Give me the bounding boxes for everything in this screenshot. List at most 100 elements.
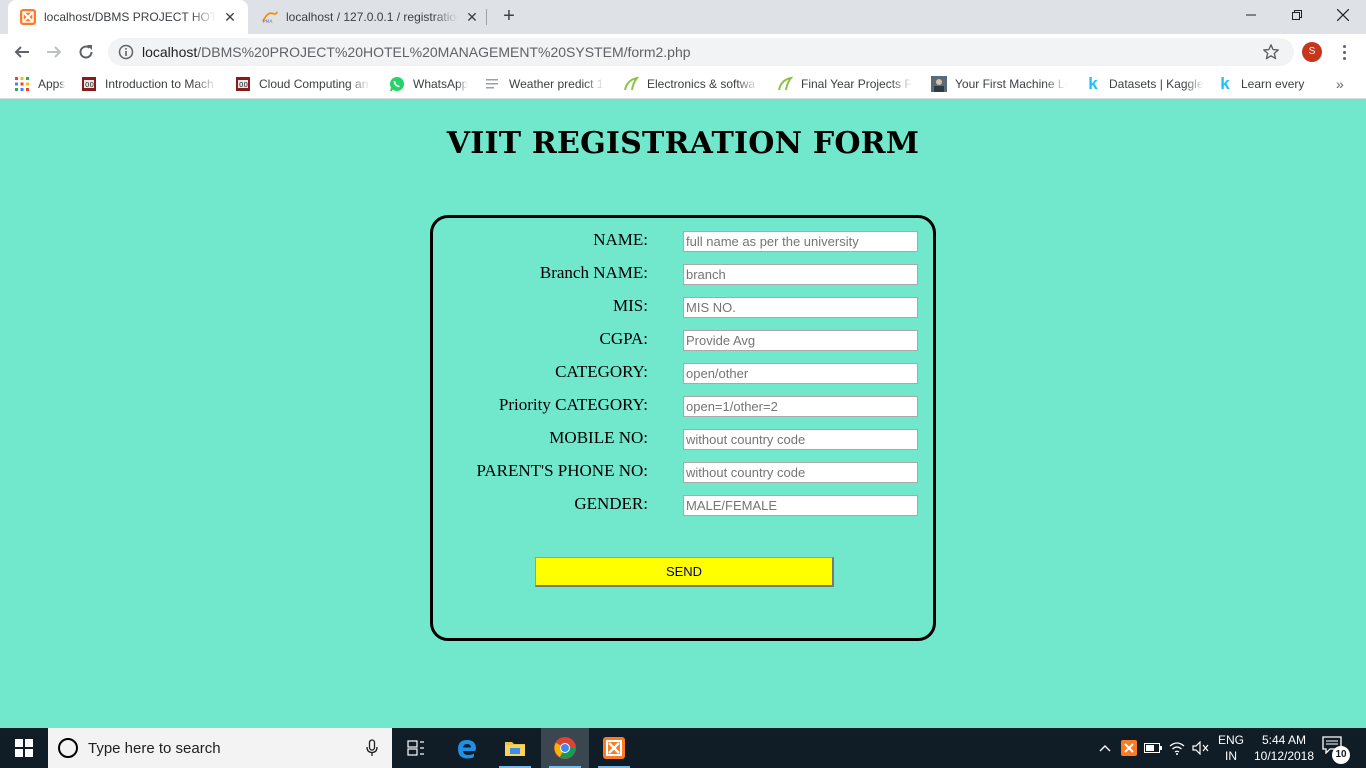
leaf-icon	[623, 76, 639, 92]
close-window-button[interactable]	[1320, 0, 1366, 30]
send-button[interactable]: SEND	[535, 557, 834, 587]
edge-taskbar-button[interactable]	[443, 728, 491, 768]
bookmark-electronics[interactable]: Electronics & softwa	[623, 75, 759, 93]
browser-toolbar: localhost/DBMS%20PROJECT%20HOTEL%20MANAG…	[0, 34, 1366, 70]
branch-input[interactable]	[683, 264, 918, 285]
task-view-button[interactable]	[392, 728, 440, 768]
cortana-icon	[58, 738, 78, 758]
form-row-mobile: MOBILE NO:	[433, 427, 933, 450]
arrow-right-icon	[47, 46, 62, 58]
info-icon[interactable]	[118, 44, 134, 63]
arrow-left-icon	[14, 46, 29, 58]
whatsapp-icon	[389, 76, 405, 92]
cgpa-input[interactable]	[683, 330, 918, 351]
bookmark-whatsapp[interactable]: WhatsApp	[389, 75, 468, 93]
back-button[interactable]	[8, 38, 36, 66]
priority-category-input[interactable]	[683, 396, 918, 417]
form-row-gender: GENDER:	[433, 493, 933, 516]
tab-form2[interactable]: localhost/DBMS PROJECT HOTEL ✕	[8, 0, 248, 34]
volume-muted-icon[interactable]	[1190, 728, 1212, 768]
chrome-icon	[554, 737, 576, 759]
mis-label: MIS:	[613, 296, 648, 315]
cgpa-label: CGPA:	[599, 329, 648, 348]
region-text: IN	[1225, 749, 1237, 763]
taskbar-search-box[interactable]: Type here to search	[48, 728, 392, 768]
file-explorer-taskbar-button[interactable]	[491, 728, 539, 768]
svg-text:00: 00	[85, 81, 94, 89]
bookmark-label: Datasets | Kaggle	[1109, 77, 1204, 91]
star-icon[interactable]	[1262, 43, 1280, 64]
minimize-button[interactable]	[1228, 0, 1274, 30]
forward-button[interactable]	[40, 38, 68, 66]
bookmark-kaggle-datasets[interactable]: k Datasets | Kaggle	[1085, 75, 1204, 93]
parent-phone-input[interactable]	[683, 462, 918, 483]
edge-icon	[458, 740, 476, 759]
branch-label: Branch NAME:	[539, 263, 648, 282]
chevron-right-double-icon[interactable]: »	[1336, 76, 1344, 92]
bookmark-label: Final Year Projects Fo	[801, 77, 913, 91]
form-row-parent-phone: PARENT'S PHONE NO:	[433, 460, 933, 483]
xampp-tray-icon[interactable]	[1118, 728, 1140, 768]
kaggle-icon: k	[1220, 74, 1230, 93]
clock-date: 10/12/2018	[1253, 749, 1315, 763]
task-view-icon	[407, 740, 424, 756]
notification-count-badge: 10	[1332, 746, 1350, 764]
parent-phone-label: PARENT'S PHONE NO:	[476, 461, 648, 480]
windows-start-button[interactable]	[0, 728, 48, 768]
new-tab-button[interactable]: +	[498, 6, 520, 28]
url-text: localhost/DBMS%20PROJECT%20HOTEL%20MANAG…	[142, 44, 691, 60]
category-input[interactable]	[683, 363, 918, 384]
microphone-icon[interactable]	[366, 739, 378, 760]
svg-text:PMA: PMA	[263, 19, 273, 25]
apps-grid-icon	[14, 76, 30, 92]
form-row-name: NAME:	[433, 229, 933, 252]
page-title: VIIT REGISTRATION FORM	[446, 126, 920, 161]
bookmark-weather-predict[interactable]: Weather predict 1	[485, 75, 604, 93]
mobile-label: MOBILE NO:	[549, 428, 648, 447]
leaf-icon	[777, 76, 793, 92]
wifi-icon[interactable]	[1166, 728, 1188, 768]
tab-separator	[486, 9, 487, 25]
taskbar: Type here to search ENG IN 5:44 AM 10/12…	[0, 728, 1366, 768]
close-tab-icon[interactable]: ✕	[222, 9, 238, 25]
address-bar[interactable]: localhost/DBMS%20PROJECT%20HOTEL%20MANAG…	[108, 38, 1294, 66]
bookmark-label: Introduction to Mach	[105, 77, 214, 91]
tab-phpmyadmin[interactable]: PMA localhost / 127.0.0.1 / registration…	[250, 0, 486, 34]
mobile-input[interactable]	[683, 429, 918, 450]
svg-text:00: 00	[239, 81, 248, 89]
form-row-mis: MIS:	[433, 295, 933, 318]
bookmark-final-year-projects[interactable]: Final Year Projects Fo	[777, 75, 913, 93]
chevron-up-icon	[1099, 745, 1111, 752]
restore-button[interactable]	[1274, 0, 1320, 30]
xampp-taskbar-button[interactable]	[590, 728, 638, 768]
bookmark-learn-every[interactable]: k Learn every	[1217, 75, 1321, 93]
form-row-category: CATEGORY:	[433, 361, 933, 384]
bookmark-label: Your First Machine Le	[955, 77, 1067, 91]
bookmark-label: Weather predict 1	[509, 77, 604, 91]
action-center-button[interactable]: 10	[1322, 736, 1352, 764]
reload-button[interactable]	[72, 38, 100, 66]
bookmark-label: WhatsApp	[413, 77, 469, 91]
bookmark-apps[interactable]: Apps	[14, 75, 65, 93]
chrome-taskbar-button[interactable]	[541, 728, 589, 768]
profile-avatar[interactable]: S	[1302, 42, 1322, 62]
form-row-cgpa: CGPA:	[433, 328, 933, 351]
bookmark-first-ml[interactable]: Your First Machine Le	[931, 75, 1067, 93]
clock[interactable]: 5:44 AM 10/12/2018	[1248, 732, 1320, 764]
priority-category-label: Priority CATEGORY:	[498, 395, 648, 414]
mis-input[interactable]	[683, 297, 918, 318]
reload-icon	[79, 45, 93, 59]
gender-input[interactable]	[683, 495, 918, 516]
bookmark-intro-ml[interactable]: 00 Introduction to Mach	[81, 75, 217, 93]
xampp-icon	[20, 9, 36, 25]
more-menu-icon[interactable]	[1336, 40, 1352, 64]
name-input[interactable]	[683, 231, 918, 252]
phpmyadmin-icon: PMA	[262, 9, 278, 25]
show-hidden-icons-button[interactable]	[1096, 728, 1114, 768]
bookmark-label: Apps	[38, 77, 66, 91]
tab-title: localhost/DBMS PROJECT HOTEL	[44, 10, 216, 24]
battery-icon[interactable]	[1142, 728, 1164, 768]
bookmark-cloud-computing[interactable]: 00 Cloud Computing an	[235, 75, 371, 93]
language-indicator[interactable]: ENG IN	[1214, 732, 1248, 764]
close-tab-icon[interactable]: ✕	[464, 9, 480, 25]
